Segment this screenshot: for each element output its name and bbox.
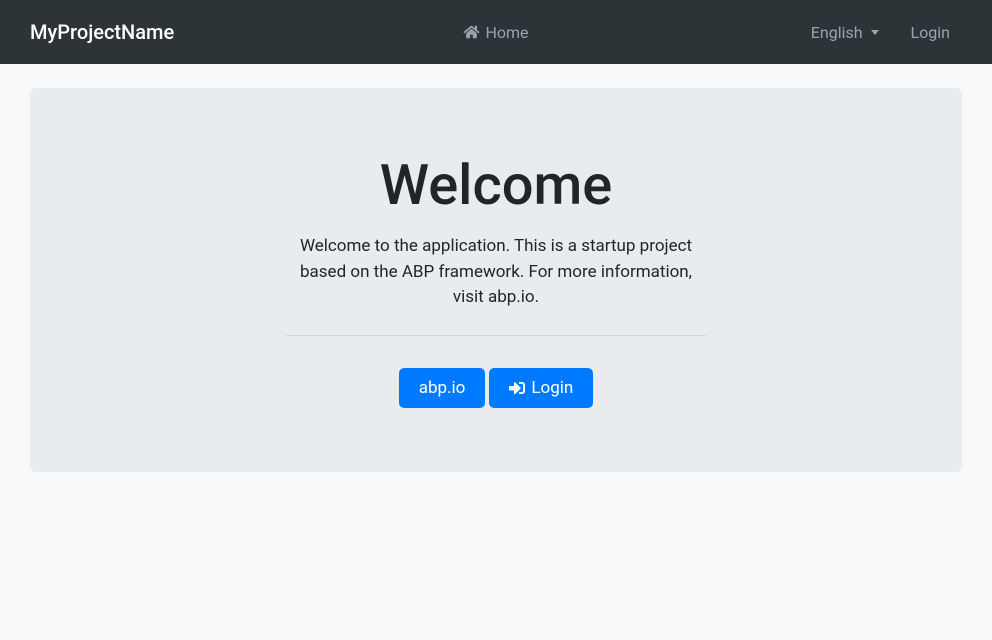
main-container: Welcome Welcome to the application. This… (0, 64, 992, 496)
nav-login[interactable]: Login (899, 15, 962, 50)
button-group: abp.io Login (286, 368, 706, 408)
login-button-label: Login (531, 378, 573, 398)
language-dropdown[interactable]: English (799, 15, 891, 50)
sign-in-icon (509, 380, 525, 396)
navbar-right: English Login (799, 15, 962, 50)
page-title: Welcome (286, 152, 706, 218)
chevron-down-icon (871, 30, 879, 35)
language-label: English (811, 23, 863, 42)
abp-link-button[interactable]: abp.io (399, 368, 486, 408)
navbar-brand[interactable]: MyProjectName (30, 20, 174, 44)
nav-home[interactable]: Home (451, 15, 540, 50)
home-icon (463, 24, 479, 40)
login-button[interactable]: Login (489, 368, 593, 408)
lead-text: Welcome to the application. This is a st… (286, 234, 706, 311)
welcome-jumbotron: Welcome Welcome to the application. This… (30, 88, 962, 472)
content-wrapper: Welcome Welcome to the application. This… (286, 152, 706, 408)
navbar-center: Home (451, 15, 540, 50)
navbar: MyProjectName Home English Login (0, 0, 992, 64)
nav-home-label: Home (485, 23, 528, 42)
divider (286, 335, 706, 336)
